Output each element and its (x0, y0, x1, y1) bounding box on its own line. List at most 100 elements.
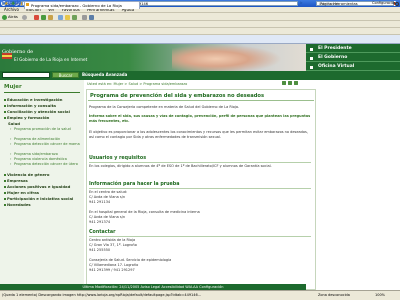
sidebar-item-empresas[interactable]: Empresas (4, 178, 28, 183)
text-size-icon[interactable] (294, 81, 298, 85)
bullet-icon (4, 174, 6, 176)
arrow-icon: › (10, 137, 12, 141)
sidebar-item-label: Acciones positivas e igualdad (7, 184, 71, 189)
google-toolbar (0, 28, 400, 35)
email-page-icon[interactable] (288, 81, 292, 85)
security-zone: Zona desconocida (318, 293, 350, 297)
breadcrumb[interactable]: Usted está en: Mujer > Salud > Programa … (87, 82, 187, 86)
nav-el-presidente[interactable]: El Presidente (306, 45, 400, 53)
sidebar-item-informacion[interactable]: Información y consulta (4, 103, 56, 108)
info-paragraph: Informa sobre el sida, sus causas y vías… (89, 114, 311, 123)
sidebar-item-label: Participación e iniciativa social (7, 196, 74, 201)
tab-bar (0, 35, 400, 44)
page-tools (282, 81, 302, 86)
favorites-star-icon[interactable]: ★ (4, 2, 8, 7)
go-button[interactable]: Ir (300, 1, 312, 6)
advanced-search-link[interactable]: Búsqueda Avanzada (82, 72, 127, 78)
bullet-icon (4, 192, 6, 194)
menu-archivo[interactable]: Archivo (4, 7, 19, 12)
sidebar-item-educacion[interactable]: Educación e investigación (4, 97, 63, 102)
sidebar-sub-utero[interactable]: › Programa detección cáncer de útero (10, 162, 80, 166)
sidebar-item-cifras[interactable]: Mujer en cifras (4, 190, 39, 195)
contact-line: 941 291399 / 941 291297 (89, 268, 135, 272)
back-button[interactable]: Atrás (2, 14, 18, 20)
arrow-icon: › (10, 152, 12, 156)
sidebar-item-label: Mujer en cifras (7, 190, 40, 195)
stop-icon[interactable] (34, 14, 39, 20)
contact-line: 941 255550 (89, 248, 111, 252)
section-usuarios: Usuarios y requisitos (89, 156, 311, 163)
sidebar-item-conciliacion[interactable]: Conciliación y atención social (4, 109, 70, 114)
nav-label: Oficina Virtual (318, 64, 355, 69)
sidebar-item-acciones[interactable]: Acciones positivas e igualdad (4, 184, 70, 189)
print-icon[interactable] (89, 14, 94, 20)
tab-active[interactable]: Programa sida/embarazo - Gobierno de La … (24, 1, 140, 9)
address-bar (0, 21, 400, 28)
print-page-icon[interactable] (282, 81, 286, 85)
refresh-icon[interactable] (41, 14, 46, 20)
sidebar-divider (4, 92, 80, 93)
sidebar-sub-label: Programa de alimentación (14, 137, 61, 141)
sidebar-item-label: Educación e investigación (7, 97, 63, 102)
sidebar-sub-label: Programa sida/embarazo (14, 152, 58, 156)
sidebar-sub-alimentacion[interactable]: › Programa de alimentación (10, 137, 80, 141)
bullet-icon (4, 117, 6, 119)
sidebar-item-label: Empresas (7, 178, 28, 183)
sidebar-item-label: Conciliación y atención social (7, 109, 70, 114)
sidebar-sub-label: Programa detección cáncer de mama (14, 142, 80, 146)
search-toolbar-icon[interactable] (58, 14, 63, 20)
tab-favicon (25, 3, 29, 6)
nav-label: El Gobierno (318, 55, 348, 60)
square-bullet-icon (310, 56, 313, 60)
bullet-icon (4, 99, 6, 101)
sidebar-item-label: Novedades (7, 202, 31, 207)
bullet-icon (4, 186, 6, 188)
site-search-button[interactable]: Buscar (52, 72, 79, 78)
arrow-icon: › (10, 157, 12, 161)
bullet-icon (4, 198, 6, 200)
forward-button[interactable] (22, 14, 28, 20)
sidebar-sub-violencia[interactable]: › Programa violencia doméstica (10, 157, 80, 161)
sidebar-sub-mama[interactable]: › Programa detección cáncer de mama (10, 142, 80, 146)
sidebar-item-empleo[interactable]: Empleo y formación (4, 115, 49, 120)
sidebar-item-participacion[interactable]: Participación e iniciativa social (4, 196, 73, 201)
sidebar-item-salud[interactable]: Salud (8, 121, 20, 126)
sidebar-sub-sida[interactable]: › Programa sida/embarazo (10, 152, 80, 156)
favorites-icon[interactable] (65, 14, 70, 20)
bullet-icon (4, 180, 6, 182)
zoom-level[interactable]: 100% (375, 290, 385, 300)
navigation-bar: Atrás (0, 13, 400, 21)
sidebar-item-violencia-genero[interactable]: Violencia de género (4, 172, 49, 177)
section-contactar: Contactar (89, 230, 311, 237)
sidebar-item-label: Empleo y formación (7, 115, 50, 120)
sidebar-sub-label: Programa detección cáncer de útero (14, 162, 78, 166)
nav-el-gobierno[interactable]: El Gobierno (306, 54, 400, 62)
site-search-input[interactable] (2, 72, 50, 78)
page-title: Programa de prevención del sida y embara… (88, 92, 314, 101)
sidebar-item-label: Información y consulta (7, 103, 56, 108)
sidebar-sub-label: Programa promoción de la salud (14, 127, 71, 131)
add-favorite-icon[interactable]: ✚ (11, 2, 15, 7)
bullet-icon (4, 204, 6, 206)
section-informacion: Información para hacer la prueba (89, 182, 311, 189)
home-icon[interactable] (48, 14, 53, 20)
bullet-icon (4, 105, 6, 107)
objective-paragraph: El objetivo es proporcionar a los adoles… (89, 130, 308, 139)
square-bullet-icon (310, 65, 313, 69)
history-icon[interactable] (72, 14, 77, 20)
banner-subtitle: El Gobierno de La Rioja en Internet (14, 57, 88, 62)
sidebar-title: Mujer (4, 84, 22, 90)
sidebar-item-label: Salud (8, 121, 21, 126)
sidebar-item-novedades[interactable]: Novedades (4, 202, 31, 207)
info-line: 941 291374 (89, 220, 111, 224)
nav-label: El Presidente (318, 46, 352, 51)
status-text: (Queda 1 elemento) Descargando imagen ht… (2, 293, 202, 297)
square-bullet-icon (310, 47, 313, 51)
nav-oficina-virtual[interactable]: Oficina Virtual (306, 63, 400, 71)
sidebar-sub-promocion[interactable]: › Programa promoción de la salud (10, 127, 80, 131)
mail-icon[interactable] (82, 14, 87, 20)
banner-title: Gobierno de (2, 49, 34, 55)
usuarios-paragraph: En los colegios, dirigido a alumnos de 4… (89, 164, 272, 168)
tab-tools-menu[interactable]: Página Herramientas (320, 1, 358, 8)
google-settings-button[interactable]: Configuración (372, 0, 396, 7)
